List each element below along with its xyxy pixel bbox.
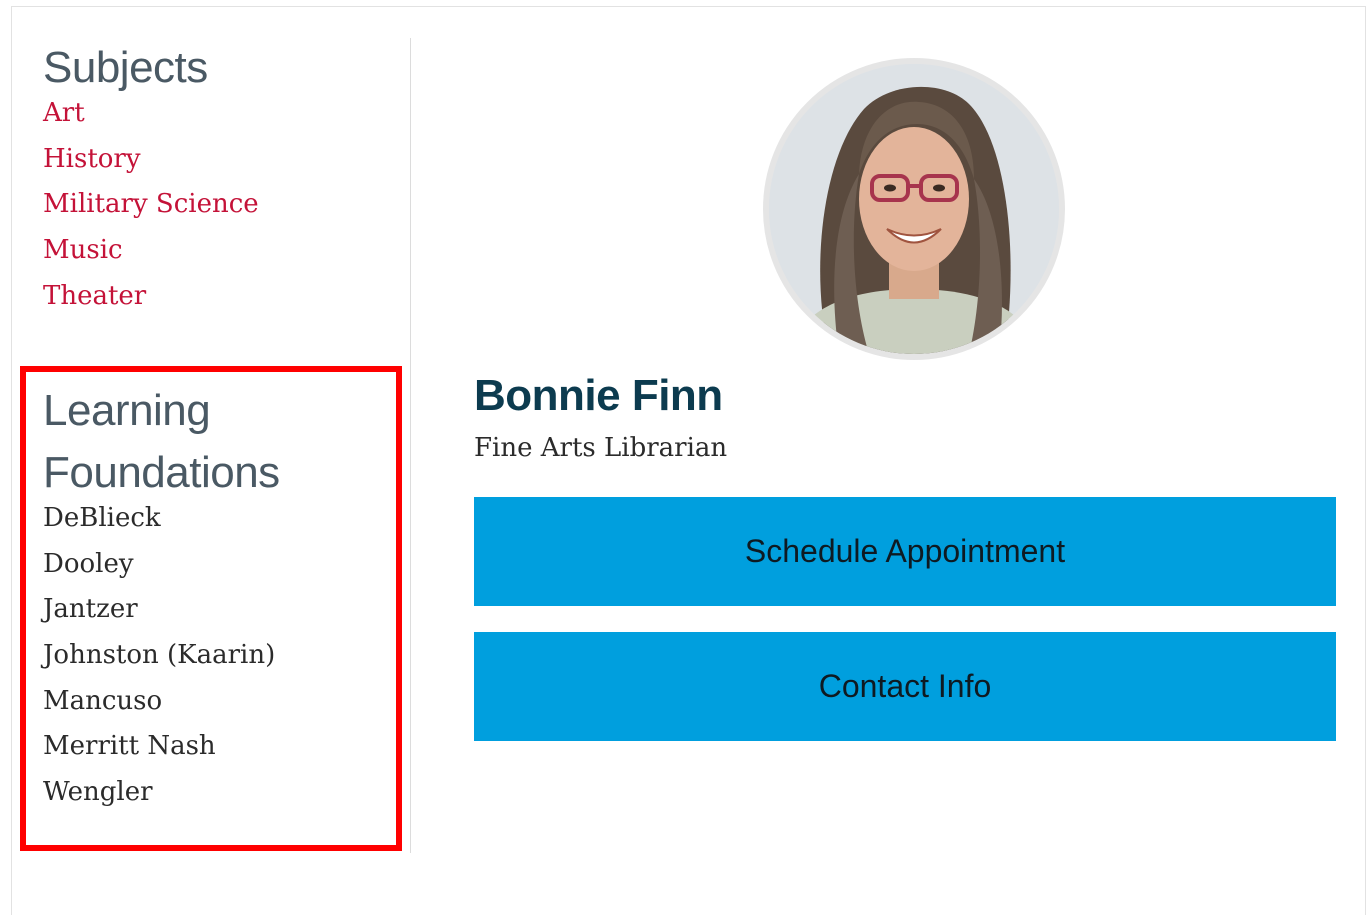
subject-link-military-science[interactable]: Military Science	[43, 182, 259, 228]
subject-link-music[interactable]: Music	[43, 228, 259, 274]
person-name: Bonnie Finn	[474, 371, 723, 420]
foundation-link-merritt-nash[interactable]: Merritt Nash	[43, 724, 280, 770]
foundation-link-wengler[interactable]: Wengler	[43, 770, 280, 816]
subjects-section: Subjects Art History Military Science Mu…	[43, 38, 259, 319]
learning-foundations-heading: Learning Foundations	[43, 380, 280, 504]
foundation-link-mancuso[interactable]: Mancuso	[43, 679, 280, 725]
foundation-link-dooley[interactable]: Dooley	[43, 542, 280, 588]
contact-info-button[interactable]: Contact Info	[474, 632, 1336, 741]
person-title: Fine Arts Librarian	[474, 433, 728, 463]
profile-photo	[763, 58, 1065, 360]
heading-line-1: Learning	[43, 386, 211, 435]
foundation-link-johnston-kaarin[interactable]: Johnston (Kaarin)	[43, 633, 280, 679]
subject-link-history[interactable]: History	[43, 137, 259, 183]
foundation-link-jantzer[interactable]: Jantzer	[43, 587, 280, 633]
learning-foundations-list: DeBlieck Dooley Jantzer Johnston (Kaarin…	[43, 496, 280, 816]
schedule-appointment-button[interactable]: Schedule Appointment	[474, 497, 1336, 606]
subjects-heading: Subjects	[43, 43, 208, 92]
subjects-list: Art History Military Science Music Theat…	[43, 91, 259, 319]
profile-photo-illustration	[769, 64, 1059, 354]
sidebar: Subjects Art History Military Science Mu…	[43, 38, 411, 853]
learning-foundations-section: Learning Foundations DeBlieck Dooley Jant…	[43, 380, 280, 816]
heading-line-2: Foundations	[43, 448, 280, 497]
subject-link-theater[interactable]: Theater	[43, 274, 259, 320]
